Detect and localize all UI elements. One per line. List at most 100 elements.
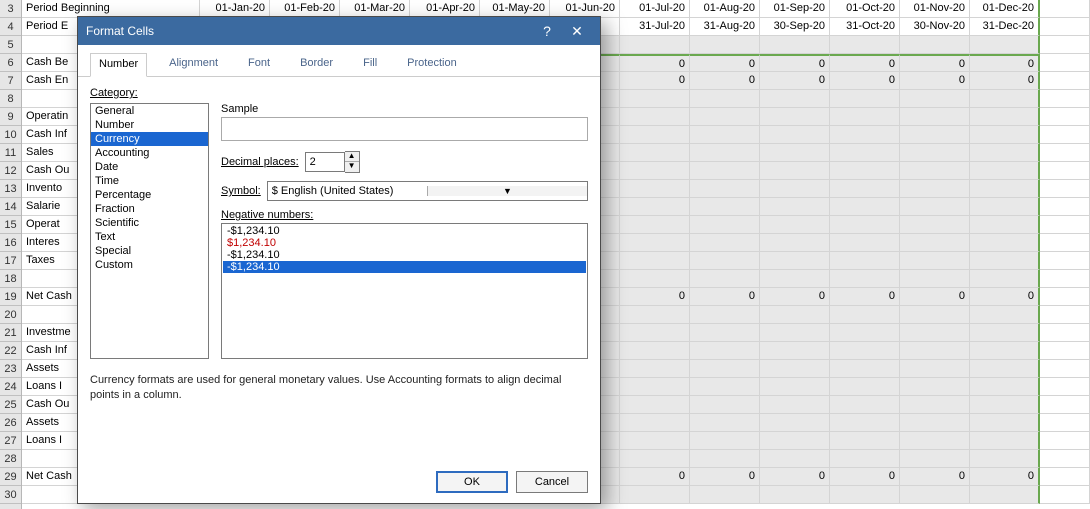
cell[interactable] [760,234,830,252]
cell[interactable] [620,270,690,288]
cell[interactable]: 01-Jul-20 [620,0,690,18]
cell[interactable] [620,90,690,108]
category-item[interactable]: Accounting [91,146,208,160]
category-item[interactable]: Number [91,118,208,132]
cell[interactable] [900,378,970,396]
cell[interactable] [620,234,690,252]
cell[interactable] [1040,324,1090,342]
cell[interactable] [830,360,900,378]
cell[interactable]: 0 [620,468,690,486]
cell[interactable] [970,144,1040,162]
row-header[interactable]: 9 [0,108,21,126]
row-header[interactable]: 28 [0,450,21,468]
cell[interactable] [900,126,970,144]
cell[interactable] [970,396,1040,414]
cell[interactable] [760,108,830,126]
cell[interactable] [830,162,900,180]
cell[interactable] [760,324,830,342]
row-header[interactable]: 23 [0,360,21,378]
cell[interactable] [830,108,900,126]
cell[interactable] [970,432,1040,450]
cell[interactable] [1040,288,1090,306]
tab-border[interactable]: Border [292,53,341,76]
cell[interactable]: 0 [900,54,970,72]
cell[interactable] [620,396,690,414]
row-header[interactable]: 18 [0,270,21,288]
cell[interactable] [830,36,900,54]
row-header[interactable]: 25 [0,396,21,414]
cell[interactable] [1040,18,1090,36]
cell[interactable] [620,162,690,180]
cell[interactable]: 0 [690,72,760,90]
cell[interactable] [1040,468,1090,486]
cell[interactable] [830,306,900,324]
cell[interactable]: 31-Aug-20 [690,18,760,36]
symbol-select[interactable]: $ English (United States) ▼ [267,181,588,201]
cell[interactable] [1040,414,1090,432]
cell[interactable] [900,36,970,54]
cell[interactable] [900,396,970,414]
spinner-down-icon[interactable]: ▼ [345,162,359,172]
cell[interactable]: 0 [970,54,1040,72]
cell[interactable] [620,180,690,198]
cell[interactable]: 0 [760,468,830,486]
cell[interactable] [830,144,900,162]
cell[interactable] [900,360,970,378]
cell[interactable] [1040,54,1090,72]
cell[interactable] [970,162,1040,180]
cell[interactable] [760,342,830,360]
cell[interactable] [970,180,1040,198]
cell[interactable] [1040,378,1090,396]
cell[interactable] [830,324,900,342]
cell[interactable] [690,234,760,252]
row-header[interactable]: 26 [0,414,21,432]
cell[interactable] [760,36,830,54]
category-list[interactable]: GeneralNumberCurrencyAccountingDateTimeP… [90,103,209,359]
category-item[interactable]: Text [91,230,208,244]
cell[interactable] [620,36,690,54]
cell[interactable]: 0 [690,468,760,486]
row-header[interactable]: 30 [0,486,21,504]
cell[interactable] [690,414,760,432]
cell[interactable] [760,378,830,396]
cell[interactable] [620,414,690,432]
cell[interactable]: 31-Jul-20 [620,18,690,36]
cell[interactable] [620,360,690,378]
cell[interactable] [900,108,970,126]
cell[interactable] [830,198,900,216]
cell[interactable] [900,180,970,198]
cell[interactable] [970,108,1040,126]
cell[interactable] [830,378,900,396]
negative-number-option[interactable]: -$1,234.10 [223,249,586,261]
cell[interactable]: 31-Oct-20 [830,18,900,36]
cell[interactable] [760,162,830,180]
cell[interactable] [1040,234,1090,252]
cell[interactable] [1040,0,1090,18]
cell[interactable] [970,126,1040,144]
row-header[interactable]: 8 [0,90,21,108]
cell[interactable] [970,36,1040,54]
row-header[interactable]: 5 [0,36,21,54]
row-header[interactable]: 11 [0,144,21,162]
dialog-titlebar[interactable]: Format Cells ? ✕ [78,17,600,45]
cell[interactable] [760,180,830,198]
category-item[interactable]: Percentage [91,188,208,202]
tab-number[interactable]: Number [90,53,147,77]
cell[interactable] [760,252,830,270]
negative-number-option[interactable]: $1,234.10 [223,237,586,249]
row-header[interactable]: 3 [0,0,21,18]
cell[interactable] [900,198,970,216]
cell[interactable]: 01-Oct-20 [830,0,900,18]
cell[interactable] [620,378,690,396]
cell[interactable] [830,126,900,144]
cell[interactable] [760,432,830,450]
cell[interactable] [690,108,760,126]
cell[interactable] [690,450,760,468]
cell[interactable]: 0 [760,288,830,306]
ok-button[interactable]: OK [436,471,508,493]
row-header[interactable]: 7 [0,72,21,90]
cell[interactable] [830,90,900,108]
cell[interactable] [830,396,900,414]
cell[interactable] [690,324,760,342]
cell[interactable] [970,342,1040,360]
